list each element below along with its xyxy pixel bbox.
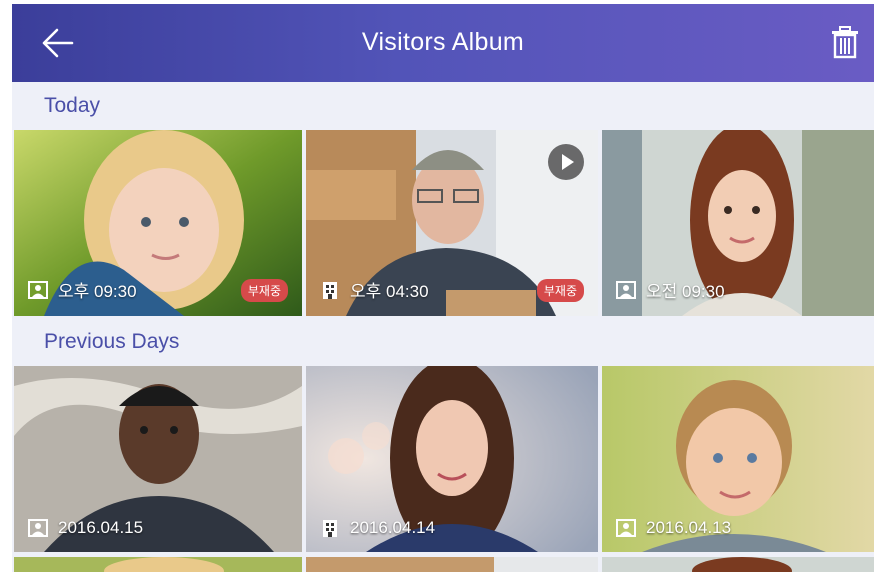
building-icon <box>323 520 337 537</box>
photo-time: 오후 09:30 <box>58 282 137 301</box>
section-label-today: Today <box>44 94 101 117</box>
photo-tile[interactable]: 오후 04:30 부재중 <box>306 130 598 316</box>
photo-time: 오후 04:30 <box>350 282 429 301</box>
page-title: Visitors Album <box>361 28 525 56</box>
missed-badge: 부재중 <box>536 279 584 302</box>
person-icon <box>616 519 636 537</box>
photo-meta: 2016.04.15 <box>28 518 143 538</box>
photo-tile[interactable]: 2016.04.15 <box>14 366 302 552</box>
app-screen: Visitors Album Today 오후 09:30 부재중 오후 04:… <box>12 4 874 572</box>
person-icon <box>28 519 48 537</box>
photo-grid-today: 오후 09:30 부재중 오후 04:30 부재중 오전 09:30 <box>14 130 874 316</box>
photo-meta: 오후 09:30 <box>28 277 137 302</box>
building-icon <box>323 281 337 299</box>
play-icon <box>562 154 574 170</box>
photo-tile[interactable]: 2016.04.13 <box>602 366 874 552</box>
photo-grid-previous: 2016.04.15 2016.04.14 2016.04.13 <box>14 366 874 552</box>
missed-badge: 부재중 <box>240 279 288 302</box>
photo-meta: 오후 04:30 <box>320 277 429 302</box>
photo-tile[interactable]: 2016.04.14 <box>306 366 598 552</box>
app-header: Visitors Album <box>12 4 874 82</box>
trash-icon <box>832 26 858 59</box>
play-video-button[interactable] <box>548 144 584 180</box>
photo-time: 2016.04.15 <box>58 518 144 537</box>
photo-meta: 오전 09:30 <box>616 277 725 302</box>
photo-time: 2016.04.13 <box>646 518 732 537</box>
photo-meta: 2016.04.13 <box>616 518 731 538</box>
delete-button[interactable] <box>830 24 860 60</box>
partial-photo-row <box>14 557 874 572</box>
photo-grid-peek <box>14 557 874 572</box>
photo-tile[interactable]: 오후 09:30 부재중 <box>14 130 302 316</box>
section-label-previous-days: Previous Days <box>44 330 180 353</box>
person-icon <box>616 280 636 299</box>
person-icon <box>28 280 48 299</box>
photo-tile[interactable]: 오전 09:30 <box>602 130 874 316</box>
photo-time: 2016.04.14 <box>350 518 436 537</box>
photo-meta: 2016.04.14 <box>320 518 435 538</box>
photo-time: 오전 09:30 <box>646 282 725 301</box>
